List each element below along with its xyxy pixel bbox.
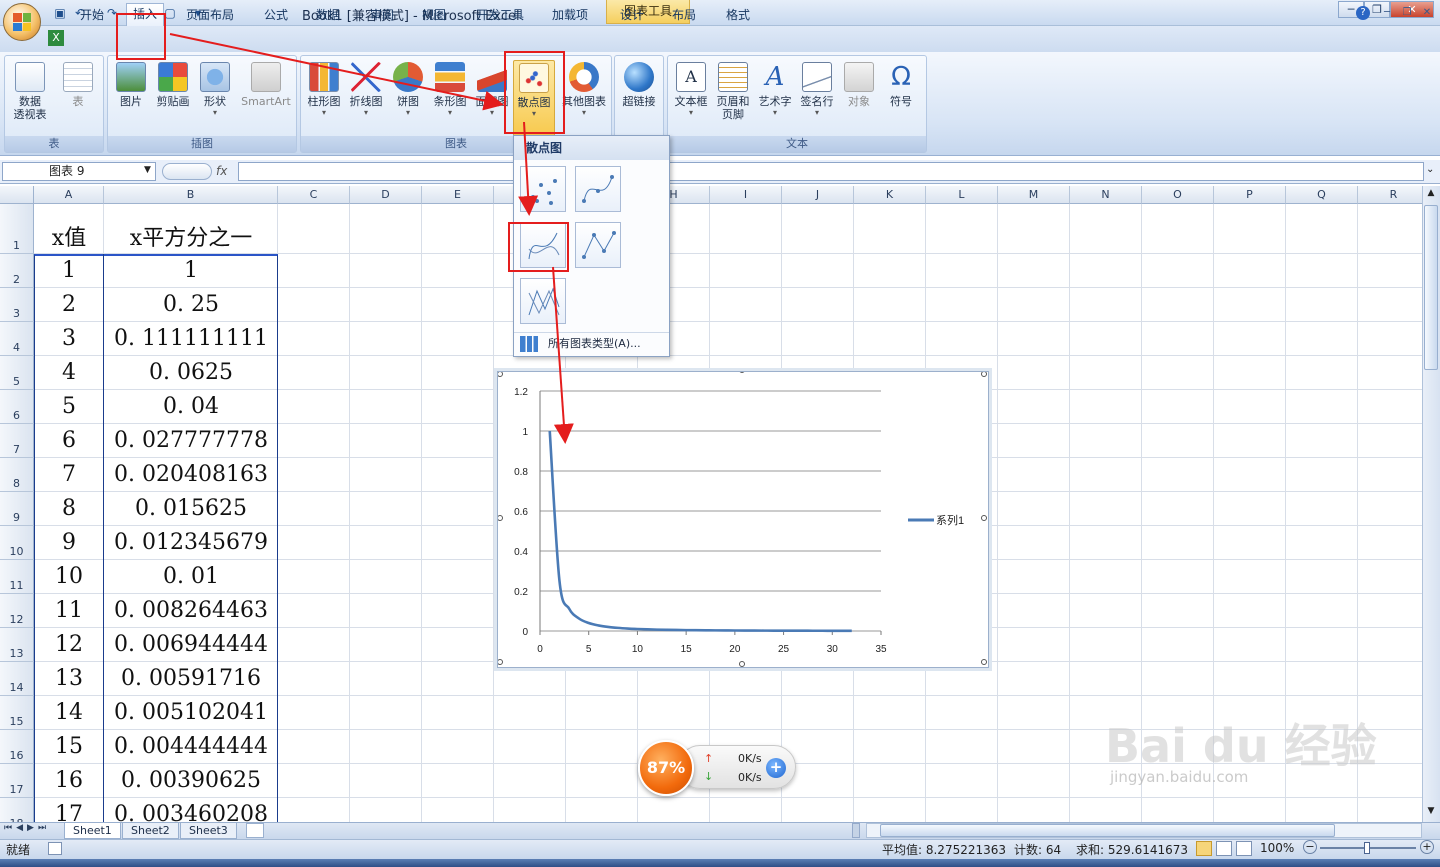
arrow-insert-to-scatter bbox=[169, 33, 504, 111]
arrow-scatter-to-menu bbox=[518, 121, 539, 216]
annotation-arrows bbox=[169, 33, 574, 444]
arrow-option-to-chart bbox=[552, 266, 574, 444]
